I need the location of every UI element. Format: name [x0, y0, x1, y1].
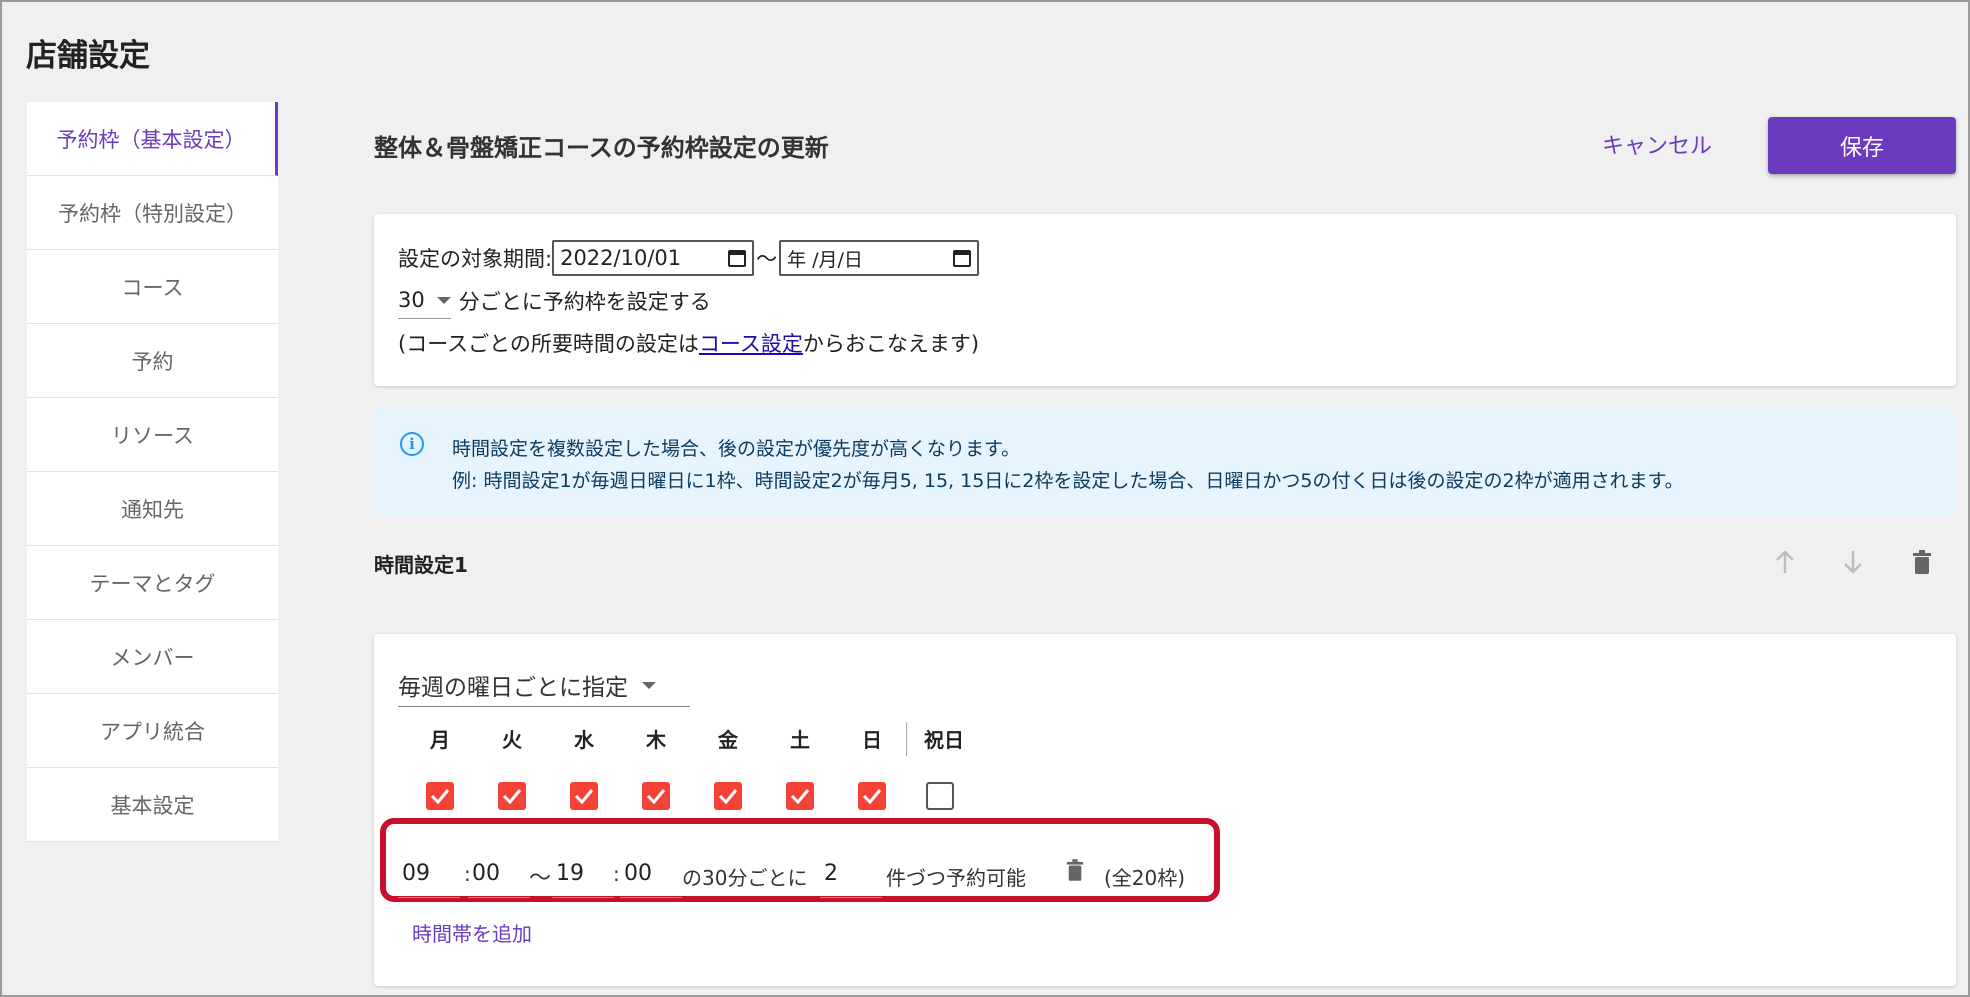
slot-count-suffix: 件づつ予約可能	[886, 866, 1026, 890]
interval-select[interactable]: 30	[398, 282, 451, 319]
trash-icon	[1066, 859, 1084, 881]
day-label-wed: 水	[574, 728, 594, 752]
move-up-button[interactable]	[1770, 547, 1800, 577]
sidebar-item-members[interactable]: メンバー	[27, 620, 278, 694]
dropdown-arrow-icon	[642, 681, 656, 689]
start-date-input[interactable]: 2022/10/01	[552, 240, 755, 276]
calendar-icon[interactable]	[953, 249, 972, 267]
checkbox-sun[interactable]	[858, 782, 886, 810]
dropdown-arrow-icon	[436, 296, 451, 304]
day-divider	[906, 722, 907, 756]
end-colon: :	[613, 862, 620, 886]
arrow-down-icon	[1844, 551, 1862, 574]
info-icon: i	[400, 432, 424, 456]
sidebar-item-course[interactable]: コース	[27, 250, 278, 324]
period-separator: 〜	[756, 247, 778, 271]
move-down-button[interactable]	[1838, 547, 1868, 577]
slot-count-input[interactable]: 2	[820, 850, 882, 898]
add-time-slot-link[interactable]: 時間帯を追加	[412, 918, 532, 947]
end-date-input[interactable]: 年 /月/日	[779, 240, 980, 276]
end-date-placeholder: 年 /月/日	[787, 248, 863, 271]
day-label-tue: 火	[502, 728, 522, 752]
checkbox-thu[interactable]	[642, 782, 670, 810]
trash-icon	[1913, 550, 1931, 574]
page-title: 店舗設定	[26, 38, 150, 74]
period-card: 設定の対象期間: 2022/10/01 〜 年 /月/日 30 分ごとに予約枠を…	[374, 214, 1956, 386]
check-icon	[718, 789, 738, 804]
arrow-up-icon	[1776, 550, 1794, 573]
form-title: 整体＆骨盤矯正コースの予約枠設定の更新	[374, 134, 829, 162]
sidebar-item-reservation-slots-basic[interactable]: 予約枠（基本設定）	[27, 102, 278, 176]
time-setting-card: 毎週の曜日ごとに指定 月 火 水 木 金 土 日 祝日 09 : 00 〜 19…	[374, 634, 1956, 986]
sidebar-item-resources[interactable]: リソース	[27, 398, 278, 472]
checkbox-fri[interactable]	[714, 782, 742, 810]
schedule-mode-select[interactable]: 毎週の曜日ごとに指定	[398, 664, 690, 707]
course-settings-link[interactable]: コース設定	[699, 328, 803, 358]
day-label-mon: 月	[430, 728, 450, 752]
delete-slot-button[interactable]	[1060, 852, 1090, 888]
check-icon	[574, 789, 594, 804]
delete-time-setting-button[interactable]	[1907, 547, 1937, 577]
time-setting-title: 時間設定1	[374, 553, 468, 577]
start-minute-input[interactable]: 00	[468, 850, 530, 898]
checkbox-holiday[interactable]	[926, 782, 954, 810]
checkbox-tue[interactable]	[498, 782, 526, 810]
end-minute-input[interactable]: 00	[620, 850, 682, 898]
check-icon	[862, 789, 882, 804]
info-line-2: 例: 時間設定1が毎週日曜日に1枠、時間設定2が毎月5, 15, 15日に2枠を…	[452, 470, 1684, 492]
schedule-mode-value: 毎週の曜日ごとに指定	[398, 675, 628, 701]
info-alert: i 時間設定を複数設定した場合、後の設定が優先度が高くなります。 例: 時間設定…	[374, 408, 1956, 516]
interval-text: の30分ごとに	[682, 866, 808, 890]
checkbox-wed[interactable]	[570, 782, 598, 810]
start-date-value: 2022/10/01	[560, 246, 682, 270]
day-label-holiday: 祝日	[924, 728, 964, 752]
range-separator: 〜	[529, 866, 552, 891]
check-icon	[430, 789, 450, 804]
check-icon	[646, 789, 666, 804]
checkbox-mon[interactable]	[426, 782, 454, 810]
period-row: 設定の対象期間: 2022/10/01 〜 年 /月/日	[398, 240, 980, 276]
end-hour-input[interactable]: 19	[552, 850, 614, 898]
sidebar-item-reservation-slots-special[interactable]: 予約枠（特別設定）	[27, 176, 278, 250]
day-label-sat: 土	[790, 728, 810, 752]
interval-suffix: 分ごとに予約枠を設定する	[458, 289, 711, 314]
info-line-1: 時間設定を複数設定した場合、後の設定が優先度が高くなります。	[452, 438, 1021, 460]
calendar-icon[interactable]	[728, 249, 747, 267]
sidebar-item-reservation[interactable]: 予約	[27, 324, 278, 398]
check-icon	[502, 789, 522, 804]
sidebar-item-basic-settings[interactable]: 基本設定	[27, 768, 278, 842]
interval-row: 30 分ごとに予約枠を設定する	[398, 282, 711, 319]
day-label-thu: 木	[646, 728, 666, 752]
course-note-prefix: (コースごとの所要時間の設定は	[398, 332, 699, 356]
sidebar-item-theme-tags[interactable]: テーマとタグ	[27, 546, 278, 620]
sidebar-item-notifications[interactable]: 通知先	[27, 472, 278, 546]
period-label: 設定の対象期間:	[398, 247, 553, 271]
course-note-suffix: からおこなえます)	[802, 332, 980, 356]
sidebar: 予約枠（基本設定） 予約枠（特別設定） コース 予約 リソース 通知先 テーマと…	[27, 102, 278, 842]
day-label-fri: 金	[718, 728, 738, 752]
save-button[interactable]: 保存	[1768, 117, 1956, 174]
total-slots: (全20枠)	[1104, 866, 1186, 890]
check-icon	[790, 789, 810, 804]
course-note: (コースごとの所要時間の設定は コース設定 からおこなえます)	[398, 328, 979, 358]
day-label-sun: 日	[862, 728, 882, 752]
sidebar-item-app-integration[interactable]: アプリ統合	[27, 694, 278, 768]
checkbox-sat[interactable]	[786, 782, 814, 810]
start-hour-input[interactable]: 09	[398, 850, 460, 898]
interval-value: 30	[398, 288, 425, 312]
cancel-button[interactable]: キャンセル	[1582, 116, 1732, 172]
